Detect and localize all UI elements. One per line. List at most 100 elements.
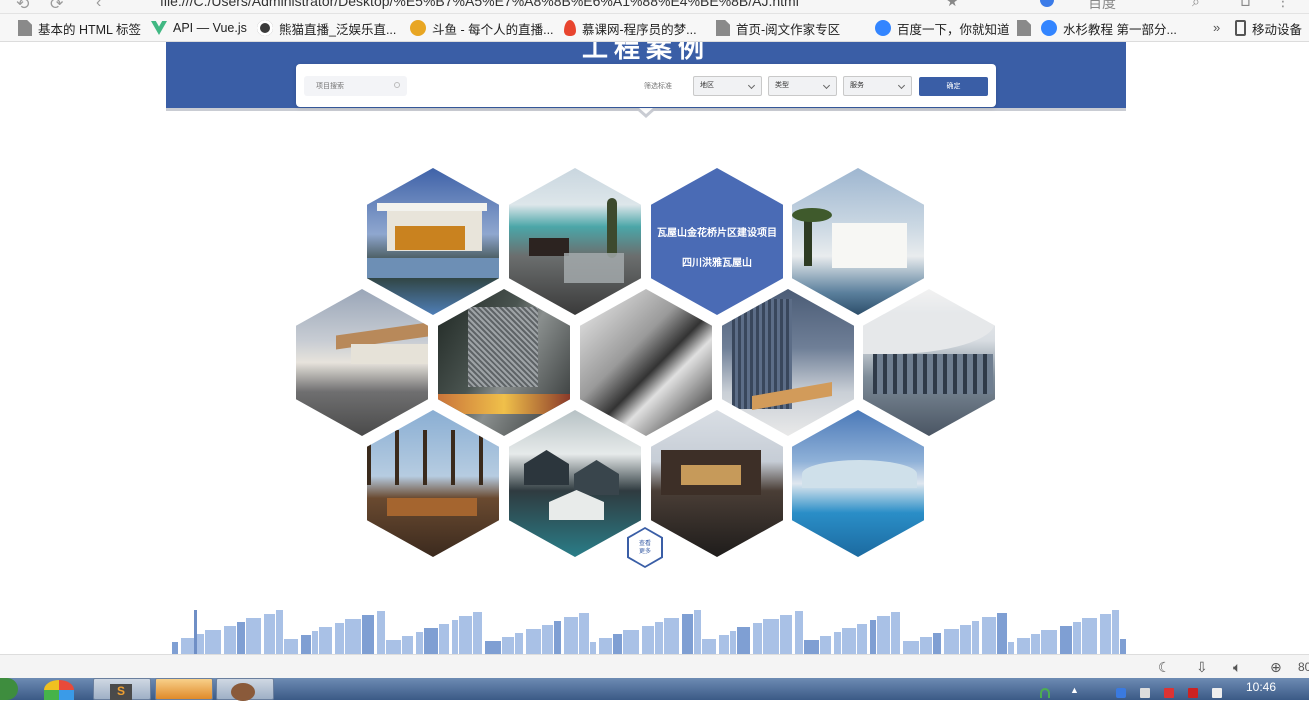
bookmark-item[interactable]: 百度一下，你就知道 <box>875 14 1010 42</box>
menu-icon[interactable]: ⋮ <box>1276 0 1290 10</box>
zoom-icon[interactable]: ⊕ <box>1270 659 1282 676</box>
bookmark-item[interactable]: 熊猫直播_泛娱乐直... <box>257 14 396 42</box>
type-select[interactable]: 类型 <box>768 76 837 96</box>
project-tile-seaview-terrace[interactable] <box>509 168 641 315</box>
glass-wall <box>351 344 428 364</box>
forward-icon[interactable]: ‹ <box>96 0 101 12</box>
star-icon[interactable]: ★ <box>946 0 959 10</box>
back-icon[interactable]: ⟲ <box>16 0 29 13</box>
wifi-icon[interactable] <box>1040 688 1050 698</box>
start-button[interactable] <box>0 678 18 700</box>
skyline-building <box>737 627 750 654</box>
window-mullions <box>367 430 499 485</box>
project-tile-metal-abstract[interactable] <box>580 289 712 436</box>
service-select[interactable]: 服务 <box>843 76 912 96</box>
skyline-building <box>554 621 561 654</box>
bookmark-item[interactable]: 水杉教程 第一部分... <box>1041 14 1177 42</box>
project-tile-interior-lounge[interactable] <box>367 410 499 557</box>
refresh-icon[interactable]: ⟳ <box>50 0 63 13</box>
skyline-building <box>301 635 311 654</box>
skyline-building <box>903 641 919 654</box>
bookmark-label: 百度一下，你就知道 <box>897 22 1010 37</box>
download-icon[interactable]: ⇩ <box>1196 659 1208 676</box>
project-search-input[interactable] <box>304 76 394 96</box>
skyline-building <box>439 624 449 654</box>
taskbar-browser[interactable] <box>216 678 274 701</box>
bookmark-item[interactable]: 斗鱼 - 每个人的直播... <box>410 14 554 42</box>
sofa <box>529 238 569 256</box>
skyline-building <box>694 610 701 654</box>
project-tile-dark-residence[interactable] <box>651 410 783 557</box>
flag-icon[interactable] <box>1164 688 1174 698</box>
project-tile-cantilever-roof[interactable] <box>296 289 428 436</box>
vue-icon <box>151 21 167 35</box>
project-tile-glass-tower[interactable] <box>722 289 854 436</box>
taskbar-app[interactable] <box>155 678 213 700</box>
search-engine-icon[interactable] <box>1040 0 1054 7</box>
skyline-building <box>246 618 261 654</box>
skyline-building <box>1073 622 1081 654</box>
page-content: 工程案例 筛选标准 地区 类型 服务 确定 瓦屋山金花桥片区建设项目 四川洪雅瓦… <box>0 42 1309 654</box>
bookmark-item[interactable]: 首页-阅文作家专区 <box>716 14 840 42</box>
app-icon[interactable] <box>44 680 74 700</box>
search-icon[interactable] <box>394 82 400 88</box>
confirm-button[interactable]: 确定 <box>919 77 988 96</box>
skyline-building <box>542 625 553 654</box>
select-value: 服务 <box>850 82 864 89</box>
skyline-building <box>1112 610 1119 654</box>
dome-building <box>802 460 917 488</box>
project-tile-white-villa[interactable] <box>792 168 924 315</box>
skyline-building <box>526 629 541 654</box>
search-icon[interactable]: ⌕ <box>1192 0 1200 10</box>
bookmark-item[interactable]: 基本的 HTML 标签 <box>18 14 141 42</box>
tray-app-icon[interactable] <box>1212 688 1222 698</box>
address-bar[interactable]: file:///C:/Users/Administrator/Desktop/%… <box>160 0 799 9</box>
bookmark-item[interactable]: 移动设备 <box>1235 14 1302 42</box>
volume-icon[interactable]: 🔈︎ <box>1233 659 1241 676</box>
skyline-building <box>920 637 932 654</box>
project-tile-lake-houses[interactable] <box>509 410 641 557</box>
view-more-line1: 查看 <box>638 540 651 547</box>
bookmarks-overflow-icon[interactable]: » <box>1213 14 1220 42</box>
page-icon <box>716 20 730 36</box>
palm-trunk <box>804 216 812 266</box>
roof-slab <box>377 203 487 211</box>
header-pointer-inner <box>639 108 653 114</box>
skyline-building <box>719 635 729 654</box>
skyline-building <box>459 616 472 654</box>
view-more-line2: 更多 <box>638 548 651 555</box>
project-tile-perforated-facade[interactable] <box>438 289 570 436</box>
project-tile-villa-pool[interactable] <box>367 168 499 315</box>
skyline-building <box>284 639 298 654</box>
project-tile-waterfront-center[interactable] <box>792 410 924 557</box>
tree <box>607 198 617 258</box>
featured-project-tile[interactable]: 瓦屋山金花桥片区建设项目 四川洪雅瓦屋山 <box>651 168 783 315</box>
cart-icon[interactable]: ⊔ <box>1240 0 1251 10</box>
tray-app-icon[interactable] <box>1188 688 1198 698</box>
bookmark-label: 移动设备 <box>1252 22 1303 37</box>
skyline-building <box>424 628 438 654</box>
bookmark-item[interactable]: API — Vue.js <box>151 14 247 42</box>
skyline-building <box>564 617 578 654</box>
facade <box>468 307 538 387</box>
bookmarks-bar: 基本的 HTML 标签 API — Vue.js 熊猫直播_泛娱乐直... 斗鱼… <box>0 14 1309 42</box>
region-select[interactable]: 地区 <box>693 76 762 96</box>
bookmark-item[interactable]: 慕课网-程序员的梦... <box>564 14 697 42</box>
tray-app-icon[interactable] <box>1140 688 1150 698</box>
bookmark-label: 首页-阅文作家专区 <box>736 22 841 37</box>
night-mode-icon[interactable]: ☾ <box>1158 659 1171 676</box>
mobile-icon <box>1235 20 1246 36</box>
bookmark-item[interactable] <box>1017 14 1037 42</box>
skyline-building <box>972 621 979 654</box>
sublime-icon: S <box>110 684 132 700</box>
project-tile-curved-terminal[interactable] <box>863 289 995 436</box>
skyline-building <box>820 636 831 654</box>
skyline-building <box>780 615 792 654</box>
tray-expand-icon[interactable]: ▲ <box>1070 685 1080 695</box>
shield-icon[interactable] <box>1116 688 1126 698</box>
taskbar-sublime[interactable]: S <box>93 678 151 700</box>
skyline-building <box>613 634 622 654</box>
taskbar-clock: 10:46 <box>1246 680 1277 694</box>
skyline-building <box>386 640 401 654</box>
windows-taskbar: S ▲ 10:46 <box>0 678 1309 701</box>
